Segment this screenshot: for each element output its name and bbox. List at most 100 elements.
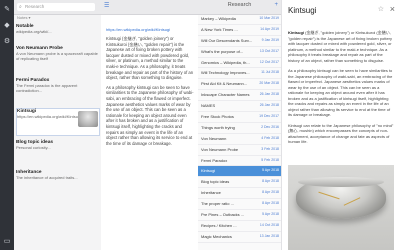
note-row[interactable]: Pre Pines – Outbacks ... 5 Apr 2018 xyxy=(198,210,281,221)
list-item-text: The Fermi paradox is the apparent contra… xyxy=(16,83,78,93)
note-row[interactable]: Will Our Descendants Surv... 9 Jan 2019 xyxy=(198,36,281,47)
note-row-date: 12 Oct 2017 xyxy=(259,59,279,64)
note-paragraph: As a philosophy kintsugi can be seen to … xyxy=(288,68,393,117)
note-paragraph: Kintsugi can relate to the Japanese phil… xyxy=(288,122,394,145)
list-item[interactable]: Inheritance The inheritance of acquired … xyxy=(16,170,98,180)
note-row-date: 4 Feb 2018 xyxy=(261,135,279,140)
kintsugi-bowl-image xyxy=(288,165,394,250)
note-row-title: The proper ratio ... xyxy=(201,201,234,207)
note-row-title: Will Our Descendants Surv... xyxy=(201,37,253,43)
note-row[interactable]: Von Neumann Probe 3 Feb 2018 xyxy=(198,145,281,156)
notes-filter[interactable]: Notes ▾ xyxy=(14,14,101,22)
notebook-title: Research xyxy=(227,2,252,8)
article-paragraph: As a philosophy kintsugi can be seen to … xyxy=(106,84,194,146)
note-row-date: 9 Jan 2019 xyxy=(261,37,279,42)
note-row-title: Will Technology Improves... xyxy=(201,70,250,76)
note-row-date: 8 Apr 2018 xyxy=(262,179,279,184)
note-row[interactable]: A New York Times ... 14 Apr 2019 xyxy=(198,25,281,36)
bowl-rim xyxy=(298,177,384,187)
note-row[interactable]: Inkscape Character Names 26 Jan 2018 xyxy=(198,90,281,102)
note-row-title: Magic Mechanics xyxy=(201,233,232,239)
note-row-title: Von Neumann Probe xyxy=(201,146,239,152)
note-row-date: 2 Dec 2016 xyxy=(261,124,279,129)
note-row-title: Kintsugi xyxy=(201,168,216,174)
notes-list-toolbar: ⌕ Research xyxy=(14,0,101,15)
note-row-date: 8 Apr 2018 xyxy=(262,190,279,195)
list-item-selected[interactable]: Kintsugi https://en.wikipedia.org/wiki/K… xyxy=(16,108,100,136)
note-row[interactable]: NAMES 26 Jan 2018 xyxy=(198,101,281,113)
note-header: Kintsugi ☆ × xyxy=(282,0,400,20)
sidebar-toggle-icon[interactable]: ☰ xyxy=(104,2,109,9)
note-row-date: 8 Apr 2018 xyxy=(262,201,279,206)
note-row-title: Pre Pines – Outbacks ... xyxy=(201,212,245,218)
note-row-title: Recipes / Kitchen ... xyxy=(201,222,237,228)
note-row[interactable]: Will Technology Improves... 11 Jul 2018 xyxy=(198,68,281,80)
note-row-title: Free Stock Photos xyxy=(201,114,234,120)
note-row-date: 19 Dec 2017 xyxy=(259,114,279,119)
note-row[interactable]: Things worth trying 2 Dec 2016 xyxy=(198,123,281,134)
notebook-list-panel: Research + Markey – Wikipedia 10 Mar 2019… xyxy=(198,0,282,250)
note-row-title: What's the purpose of... xyxy=(201,48,244,54)
note-row[interactable]: Free Stock Photos 19 Dec 2017 xyxy=(198,112,281,123)
close-icon[interactable]: × xyxy=(390,4,395,14)
note-row[interactable]: Magic Mechanics 13 Jan 2018 xyxy=(198,232,281,243)
note-row[interactable]: Von Neumann 4 Feb 2018 xyxy=(198,134,281,145)
list-item[interactable]: Von Neumann Probe A von Neumann probe is… xyxy=(16,46,98,61)
note-row[interactable]: The proper ratio ... 8 Apr 2018 xyxy=(198,199,281,211)
article-paragraph: Kintsugi (金継ぎ, "golden joinery") or Kint… xyxy=(106,36,194,81)
note-row-title: Blog topic ideas xyxy=(201,179,230,185)
app-sidebar: ✎ ◆ ⚙ ▭ xyxy=(0,0,14,250)
star-icon[interactable]: ☆ xyxy=(378,5,384,13)
note-row-date: 13 Jan 2018 xyxy=(259,233,279,238)
add-note-icon[interactable]: + xyxy=(274,2,278,8)
note-row[interactable]: Recipes / Kitchen ... 14 Oct 2018 xyxy=(198,221,281,232)
note-row-selected[interactable]: Kintsugi 5 Apr 2018 xyxy=(198,166,281,178)
note-row-date: 3 Feb 2018 xyxy=(261,146,279,151)
list-item-text: wikipedia.org/wiki/... xyxy=(16,29,52,34)
note-title: Kintsugi xyxy=(288,6,317,15)
note-row-title: Inkscape Character Names xyxy=(201,92,250,98)
list-item[interactable]: Notable wikipedia.org/wiki/... xyxy=(16,24,98,34)
list-item-text: The inheritance of acquired traits... xyxy=(16,175,78,180)
note-row-date: 26 Jan 2018 xyxy=(259,92,279,97)
note-row-title: A New York Times ... xyxy=(201,26,238,32)
note-row-title: Von Neumann xyxy=(201,135,227,141)
note-row-date: 5 Feb 2018 xyxy=(261,157,279,162)
note-body: Kintsugi (金継ぎ, "golden joinery") or Kint… xyxy=(288,30,394,150)
note-row[interactable]: Inheritance 8 Apr 2018 xyxy=(198,188,281,200)
list-item-text: Personal curiosity... xyxy=(16,145,51,150)
note-row[interactable]: Pirst Aid Kit & Neumann... 20 Mar 2018 xyxy=(198,79,281,91)
note-row-title: Things worth trying xyxy=(201,124,235,130)
note-row-title: Markey – Wikipedia xyxy=(201,16,236,21)
note-row-date: 20 Mar 2018 xyxy=(259,81,279,86)
search-icon: ⌕ xyxy=(19,4,22,10)
notes-list-panel: ⌕ Research Notes ▾ Notable wikipedia.org… xyxy=(14,0,102,250)
note-row[interactable]: What's the purpose of... 13 Oct 2017 xyxy=(198,47,281,58)
article-toolbar: ☰ xyxy=(101,0,198,15)
notes-icon[interactable]: ✎ xyxy=(3,6,11,14)
note-text: (金継ぎ, "golden joinery") or Kintsukuroi (… xyxy=(288,30,393,63)
list-item-text: https://en.wikipedia.org/wiki/Kintsugi xyxy=(17,114,82,119)
note-row-date: 5 Apr 2018 xyxy=(262,168,279,173)
note-row-title: NAMES xyxy=(201,103,216,109)
settings-icon[interactable]: ⚙ xyxy=(3,38,11,46)
note-list: Markey – Wikipedia 10 Mar 2019 A New York … xyxy=(198,14,281,243)
list-item[interactable]: Blog topic ideas Personal curiosity... xyxy=(16,140,98,150)
search-placeholder: Research xyxy=(25,4,45,9)
note-row-date: 14 Apr 2019 xyxy=(260,26,279,31)
note-row[interactable]: Blog topic ideas 8 Apr 2018 xyxy=(198,177,281,189)
source-link[interactable]: https://en.wikipedia.org/wiki/Kintsugi xyxy=(106,27,194,32)
list-item[interactable]: Fermi Paradox The Fermi paradox is the a… xyxy=(16,78,98,93)
list-item-text: A von Neumann probe is a spacecraft capa… xyxy=(16,51,98,61)
chat-icon[interactable]: ▭ xyxy=(3,238,11,246)
note-row-date: 11 Jul 2018 xyxy=(261,70,279,75)
tags-icon[interactable]: ◆ xyxy=(3,22,11,30)
note-term: Kintsugi xyxy=(288,30,304,35)
note-row[interactable]: Genomics – Wikipedia, th... 12 Oct 2017 xyxy=(198,58,281,69)
note-row[interactable]: Fermi Paradox 5 Feb 2018 xyxy=(198,156,281,167)
note-row[interactable]: Markey – Wikipedia 10 Mar 2019 xyxy=(198,14,281,25)
search-input[interactable]: ⌕ Research xyxy=(17,3,95,11)
note-row-title: Inheritance xyxy=(201,190,221,196)
article-panel: ☰ https://en.wikipedia.org/wiki/Kintsugi… xyxy=(101,0,199,250)
note-row-date: 5 Apr 2018 xyxy=(262,212,279,217)
